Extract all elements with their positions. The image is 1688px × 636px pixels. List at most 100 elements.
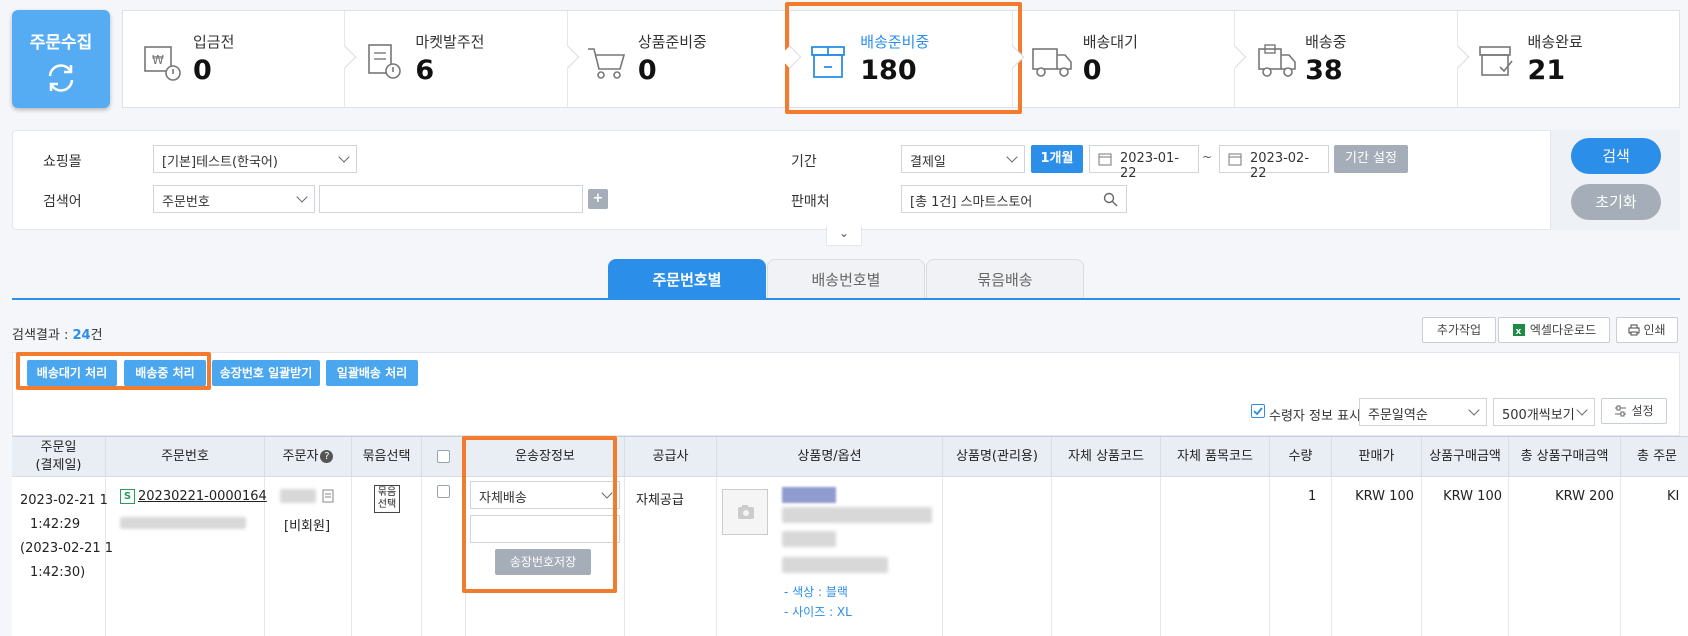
svg-text:x: x <box>1515 327 1521 337</box>
search-panel: 쇼핑몰 [기본]테스트(한국어) 검색어 주문번호 + 기간 결제일 1개월 2… <box>12 130 1680 230</box>
status-market-order[interactable]: 마켓발주전 6 <box>345 11 580 107</box>
order-status-bar: ₩ 입금전 0 마켓발주전 6 상품준비중 0 배송준비중 180 배송대기 0… <box>122 10 1680 108</box>
column-divider <box>1161 477 1270 636</box>
page-size-select[interactable]: 500개씩보기 <box>1493 398 1595 426</box>
chevron-down-icon <box>1576 404 1588 416</box>
status-preparing-product[interactable]: 상품준비중 0 <box>568 11 802 107</box>
tab-by-order-number[interactable]: 주문번호별 <box>608 259 766 299</box>
keyword-label: 검색어 <box>43 194 82 210</box>
col-header-price: 판매가 <box>1332 437 1422 477</box>
col-header-orderer: 주문자? <box>265 437 352 477</box>
status-delivered[interactable]: 배송완료 21 <box>1458 11 1679 107</box>
bundle-select-button[interactable]: 묶음 선택 <box>374 485 400 513</box>
chevron-down-icon <box>601 487 613 499</box>
cart-icon <box>587 48 625 79</box>
period-set-button[interactable]: 기간 설정 <box>1334 145 1408 173</box>
tab-underline <box>12 298 1680 300</box>
excel-download-button[interactable]: x 엑셀다운로드 <box>1498 317 1610 343</box>
process-shipping-button[interactable]: 배송중 처리 <box>124 360 206 386</box>
redacted-orderer-name <box>280 489 316 503</box>
date-to-input[interactable]: 2023-02-22 <box>1219 145 1329 181</box>
keyword-type-select[interactable]: 주문번호 <box>153 185 315 213</box>
delivered-box-icon <box>1478 46 1513 76</box>
option-size: - 사이즈 : XL <box>784 605 852 619</box>
product-thumbnail[interactable] <box>722 489 768 535</box>
chevron-down-icon <box>1006 151 1018 163</box>
column-divider <box>943 477 1052 636</box>
tab-bundle-shipping[interactable]: 묶음배송 <box>926 259 1084 299</box>
chevron-down-icon <box>338 151 350 163</box>
print-button[interactable]: 인쇄 <box>1616 317 1678 343</box>
mall-select[interactable]: [기본]테스트(한국어) <box>153 145 357 173</box>
status-count: 6 <box>415 55 435 86</box>
period-label: 기간 <box>791 154 817 170</box>
tracking-number-input[interactable] <box>470 515 620 543</box>
col-header-total-order: 총 주문 <box>1621 437 1688 477</box>
show-receiver-checkbox[interactable] <box>1251 404 1265 418</box>
supplier-cell: 자체공급 <box>636 493 684 508</box>
date-separator: ~ <box>1202 150 1213 164</box>
image-placeholder-icon <box>738 505 754 519</box>
bulk-tracking-button[interactable]: 송장번호 일괄받기 <box>212 360 320 386</box>
column-divider <box>1052 477 1161 636</box>
truck-icon <box>1031 48 1072 77</box>
status-count: 21 <box>1527 55 1566 86</box>
result-count: 검색결과 : 24건 <box>12 328 103 343</box>
status-label: 마켓발주전 <box>415 33 485 51</box>
search-button[interactable]: 검색 <box>1571 138 1661 174</box>
reset-button[interactable]: 초기화 <box>1571 184 1661 220</box>
seller-select[interactable]: [총 1건] 스마트스토어 <box>901 185 1127 213</box>
seller-label: 판매처 <box>791 194 830 210</box>
row-checkbox[interactable] <box>437 485 450 498</box>
column-divider <box>1270 477 1332 636</box>
settings-sliders-icon <box>1615 405 1627 417</box>
keyword-input[interactable] <box>319 185 583 213</box>
total-purchase-cell: KRW 200 <box>1555 489 1614 504</box>
process-waiting-button[interactable]: 배송대기 처리 <box>27 360 117 386</box>
shipping-method-select[interactable]: 자체배송 <box>470 481 620 509</box>
date-from-input[interactable]: 2023-01-22 <box>1089 145 1199 181</box>
redacted-product-text <box>782 507 932 523</box>
sort-select[interactable]: 주문일역순 <box>1359 398 1487 426</box>
col-header-checkbox <box>422 437 466 477</box>
period-type-select[interactable]: 결제일 <box>901 145 1025 173</box>
show-receiver-label: 수령자 정보 표시 <box>1269 409 1361 424</box>
order-collect-button[interactable]: 주문수집 <box>12 10 110 108</box>
price-cell: KRW 100 <box>1355 489 1414 504</box>
period-1month-button[interactable]: 1개월 <box>1031 145 1083 173</box>
status-count: 0 <box>637 55 657 86</box>
redacted-product-text <box>782 531 836 547</box>
status-deposit-pending[interactable]: ₩ 입금전 0 <box>123 11 357 107</box>
add-keyword-button[interactable]: + <box>588 189 608 209</box>
status-preparing-shipment[interactable]: 배송준비중 180 <box>790 11 1025 107</box>
redacted-product-name <box>782 487 836 503</box>
status-label: 배송완료 <box>1527 33 1583 51</box>
col-header-own-item-code: 자체 품목코드 <box>1161 437 1270 477</box>
order-collect-label: 주문수집 <box>29 33 93 53</box>
status-label: 상품준비중 <box>637 33 707 51</box>
help-icon[interactable]: ? <box>320 450 334 463</box>
col-header-supplier: 공급사 <box>625 437 717 477</box>
status-waiting-shipment[interactable]: 배송대기 0 <box>1013 11 1247 107</box>
extra-work-button[interactable]: 추가작업 <box>1422 317 1496 343</box>
select-all-checkbox[interactable] <box>437 450 450 463</box>
refresh-icon <box>48 64 74 92</box>
chevron-down-icon <box>1468 404 1480 416</box>
status-shipping[interactable]: 배송중 38 <box>1235 11 1469 107</box>
orderer-type: [비회원] <box>284 519 331 534</box>
col-header-bundle-select: 묶음선택 <box>352 437 422 477</box>
save-tracking-button[interactable]: 송장번호저장 <box>495 549 591 575</box>
order-number-link[interactable]: 20230221-0000164 <box>138 489 267 504</box>
memo-icon[interactable] <box>322 489 334 503</box>
truck-moving-icon <box>1258 44 1296 77</box>
status-count: 180 <box>860 55 917 86</box>
col-header-order-number: 주문번호 <box>106 437 265 477</box>
tab-by-shipment-number[interactable]: 배송번호별 <box>767 259 925 299</box>
status-label: 배송대기 <box>1082 33 1138 51</box>
print-icon <box>1628 324 1640 336</box>
search-icon <box>1103 192 1118 207</box>
total-order-cell: KI <box>1667 489 1680 504</box>
bulk-shipping-button[interactable]: 일괄배송 처리 <box>326 360 418 386</box>
expand-search-button[interactable]: ⌄ <box>826 226 862 246</box>
settings-button[interactable]: 설정 <box>1601 398 1667 424</box>
